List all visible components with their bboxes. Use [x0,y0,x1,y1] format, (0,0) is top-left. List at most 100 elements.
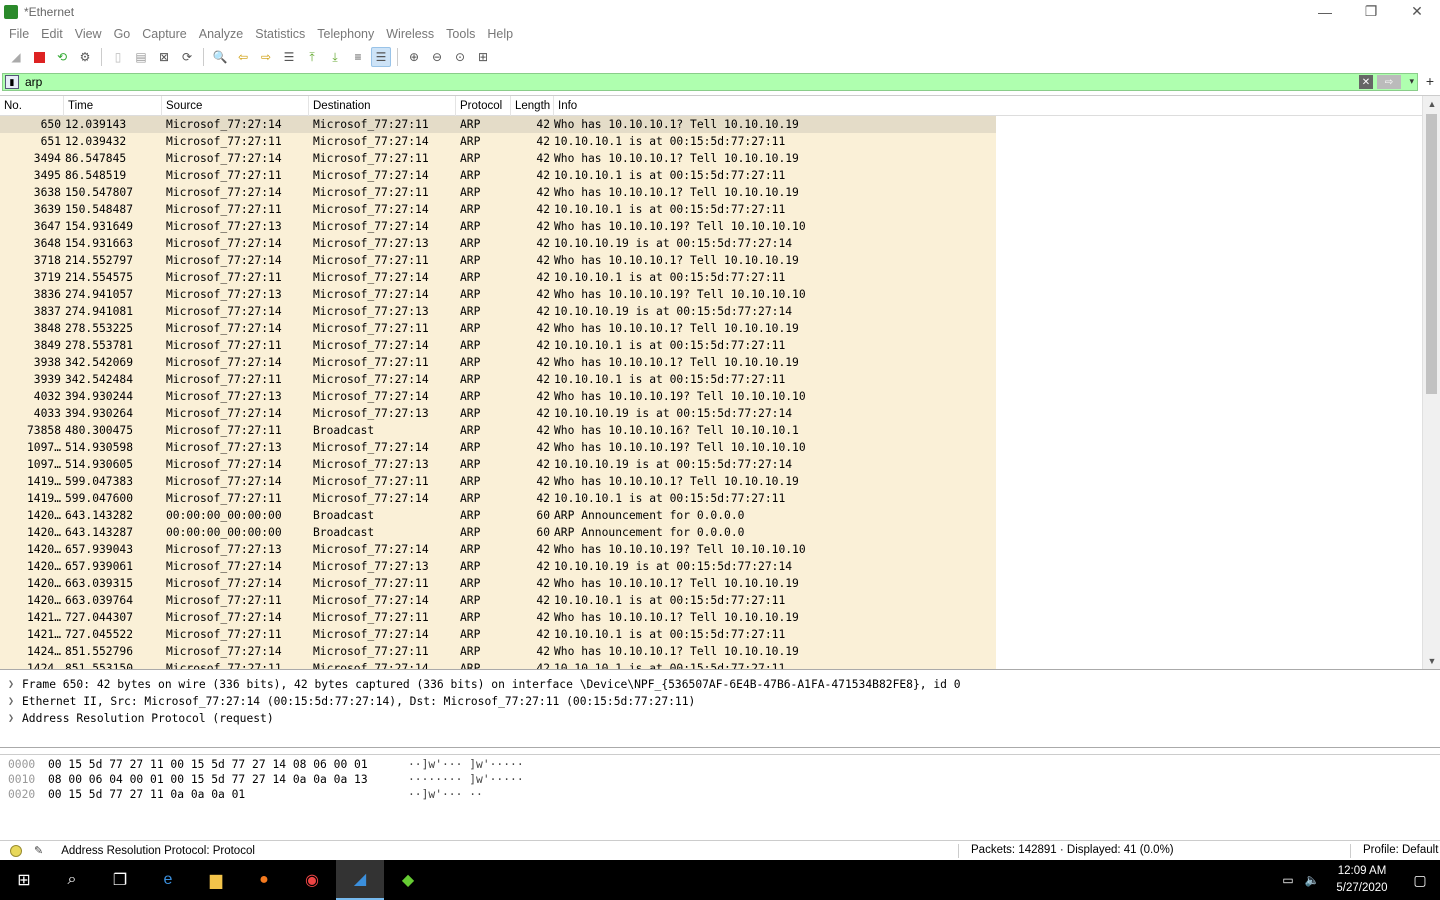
menu-go[interactable]: Go [108,27,137,41]
open-file-icon[interactable]: ▯ [108,47,128,67]
notification-icon[interactable]: ▢ [1400,872,1440,889]
packet-row[interactable]: 1420… 657.939043 Microsof_77:27:13 Microsof… [0,541,996,558]
packet-row[interactable]: 1420… 643.143287 00:00:00_00:00:00 Broadcas… [0,524,996,541]
col-info[interactable]: Info [554,96,1422,116]
auto-scroll-icon[interactable]: ≡ [348,47,368,67]
go-last-icon[interactable]: ⤓ [325,47,345,67]
chrome-icon[interactable]: ◉ [288,860,336,900]
packet-row[interactable]: 1421… 727.044307 Microsof_77:27:14 Microsof… [0,609,996,626]
expand-chevron-icon[interactable]: ❯ [0,710,22,727]
find-packet-icon[interactable]: 🔍 [210,47,230,67]
packet-row[interactable]: 3639 150.548487 Microsof_77:27:11 Microsof_… [0,201,996,218]
packet-row[interactable]: 650 12.039143 Microsof_77:27:14 Microsof_77… [0,116,996,133]
profile-label[interactable]: Profile: Default [1363,844,1438,856]
colorize-icon[interactable]: ☰ [371,47,391,67]
packet-row[interactable]: 1420… 663.039315 Microsof_77:27:14 Microsof… [0,575,996,592]
close-file-icon[interactable]: ⊠ [154,47,174,67]
start-windows-icon[interactable]: ⊞ [0,860,48,900]
packet-row[interactable]: 1420… 663.039764 Microsof_77:27:11 Microsof… [0,592,996,609]
detail-row-ethernet[interactable]: ❯ Ethernet II, Src: Microsof_77:27:14 (00… [0,693,1440,710]
search-icon[interactable]: ⌕ [48,860,96,900]
menu-view[interactable]: View [69,27,108,41]
expand-chevron-icon[interactable]: ❯ [0,693,22,710]
wireshark-taskbar-icon[interactable]: ◢ [336,860,384,900]
menu-tools[interactable]: Tools [440,27,481,41]
packet-row[interactable]: 1419… 599.047600 Microsof_77:27:11 Microsof… [0,490,996,507]
go-back-icon[interactable]: ⇦ [233,47,253,67]
restore-button[interactable]: ❐ [1348,0,1394,23]
package-app-icon[interactable]: ◆ [384,860,432,900]
resize-columns-icon[interactable]: ⊞ [473,47,493,67]
packet-row[interactable]: 3836 274.941057 Microsof_77:27:13 Microsof_… [0,286,996,303]
minimize-button[interactable]: — [1302,0,1348,23]
menu-wireless[interactable]: Wireless [380,27,440,41]
col-time[interactable]: Time [64,96,162,116]
packet-row[interactable]: 1421… 727.045522 Microsof_77:27:11 Microsof… [0,626,996,643]
stop-capture-icon[interactable] [29,47,49,67]
clear-filter-icon[interactable]: ✕ [1359,75,1373,89]
firefox-icon[interactable]: ● [240,860,288,900]
save-file-icon[interactable]: ▤ [131,47,151,67]
byte-row[interactable]: 0010 08 00 06 04 00 01 00 15 5d 77 27 14… [0,772,1440,787]
packet-row[interactable]: 3648 154.931663 Microsof_77:27:14 Microsof_… [0,235,996,252]
capture-comment-pencil-icon[interactable]: ✎ [34,844,43,857]
packet-row[interactable]: 4033 394.930264 Microsof_77:27:14 Microsof_… [0,405,996,422]
menu-capture[interactable]: Capture [136,27,192,41]
col-length[interactable]: Length [511,96,554,116]
packet-row[interactable]: 1420… 657.939061 Microsof_77:27:14 Microsof… [0,558,996,575]
byte-row[interactable]: 0020 00 15 5d 77 27 11 0a 0a 0a 01 ··]w'… [0,787,1440,802]
packet-row[interactable]: 1419… 599.047383 Microsof_77:27:14 Microsof… [0,473,996,490]
packet-row[interactable]: 3495 86.548519 Microsof_77:27:11 Microsof_7… [0,167,996,184]
restart-capture-icon[interactable]: ⟲ [52,47,72,67]
packet-row[interactable]: 3647 154.931649 Microsof_77:27:13 Microsof_… [0,218,996,235]
packet-row[interactable]: 4032 394.930244 Microsof_77:27:13 Microsof_… [0,388,996,405]
zoom-in-icon[interactable]: ⊕ [404,47,424,67]
packet-row[interactable]: 3638 150.547807 Microsof_77:27:14 Microsof_… [0,184,996,201]
col-source[interactable]: Source [162,96,309,116]
detail-row-frame[interactable]: ❯ Frame 650: 42 bytes on wire (336 bits),… [0,676,1440,693]
packet-row[interactable]: 3938 342.542069 Microsof_77:27:14 Microsof_… [0,354,996,371]
edge-browser-icon[interactable]: e [144,860,192,900]
network-icon[interactable]: ▭ [1276,873,1300,887]
menu-telephony[interactable]: Telephony [311,27,380,41]
menu-help[interactable]: Help [481,27,519,41]
byte-row[interactable]: 0000 00 15 5d 77 27 11 00 15 5d 77 27 14… [0,757,1440,772]
volume-muted-icon[interactable]: 🔈 [1300,873,1324,887]
zoom-reset-icon[interactable]: ⊙ [450,47,470,67]
start-capture-icon[interactable]: ◢ [6,47,26,67]
packet-row[interactable]: 3849 278.553781 Microsof_77:27:11 Microsof_… [0,337,996,354]
go-first-icon[interactable]: ⤒ [302,47,322,67]
packet-row[interactable]: 3718 214.552797 Microsof_77:27:14 Microsof_… [0,252,996,269]
packet-row[interactable]: 1097… 514.930605 Microsof_77:27:14 Microsof… [0,456,996,473]
packet-row[interactable]: 73858 480.300475 Microsof_77:27:11 Broadcas… [0,422,996,439]
packet-row[interactable]: 1097… 514.930598 Microsof_77:27:13 Microsof… [0,439,996,456]
packet-row[interactable]: 3494 86.547845 Microsof_77:27:14 Microsof_7… [0,150,996,167]
menu-analyze[interactable]: Analyze [193,27,249,41]
capture-options-icon[interactable]: ⚙ [75,47,95,67]
col-destination[interactable]: Destination [309,96,456,116]
add-filter-button-plus-icon[interactable]: + [1426,73,1434,89]
menu-edit[interactable]: Edit [35,27,69,41]
packet-row[interactable]: 3719 214.554575 Microsof_77:27:11 Microsof_… [0,269,996,286]
bookmark-icon[interactable]: ▮ [5,75,19,89]
close-button[interactable]: ✕ [1394,0,1440,23]
menu-file[interactable]: File [3,27,35,41]
packet-row[interactable]: 3939 342.542484 Microsof_77:27:11 Microsof_… [0,371,996,388]
zoom-out-icon[interactable]: ⊖ [427,47,447,67]
packet-row[interactable]: 1424… 851.553150 Microsof_77:27:11 Microsof… [0,660,996,669]
expert-info-icon[interactable] [10,844,22,857]
packet-row[interactable]: 1420… 643.143282 00:00:00_00:00:00 Broadcas… [0,507,996,524]
scrollbar-thumb[interactable] [1426,114,1437,394]
menu-statistics[interactable]: Statistics [249,27,311,41]
detail-row-arp[interactable]: ❯ Address Resolution Protocol (request) [0,710,1440,727]
scroll-up-icon[interactable]: ▲ [1423,96,1440,112]
file-explorer-icon[interactable]: ▆ [192,860,240,900]
go-forward-icon[interactable]: ⇨ [256,47,276,67]
packet-row[interactable]: 1424… 851.552796 Microsof_77:27:14 Microsof… [0,643,996,660]
reload-file-icon[interactable]: ⟳ [177,47,197,67]
packet-row[interactable]: 651 12.039432 Microsof_77:27:11 Microsof_77… [0,133,996,150]
packet-row[interactable]: 3837 274.941081 Microsof_77:27:14 Microsof_… [0,303,996,320]
expand-chevron-icon[interactable]: ❯ [0,676,22,693]
go-to-packet-icon[interactable]: ☰ [279,47,299,67]
display-filter-input[interactable] [25,75,1325,89]
